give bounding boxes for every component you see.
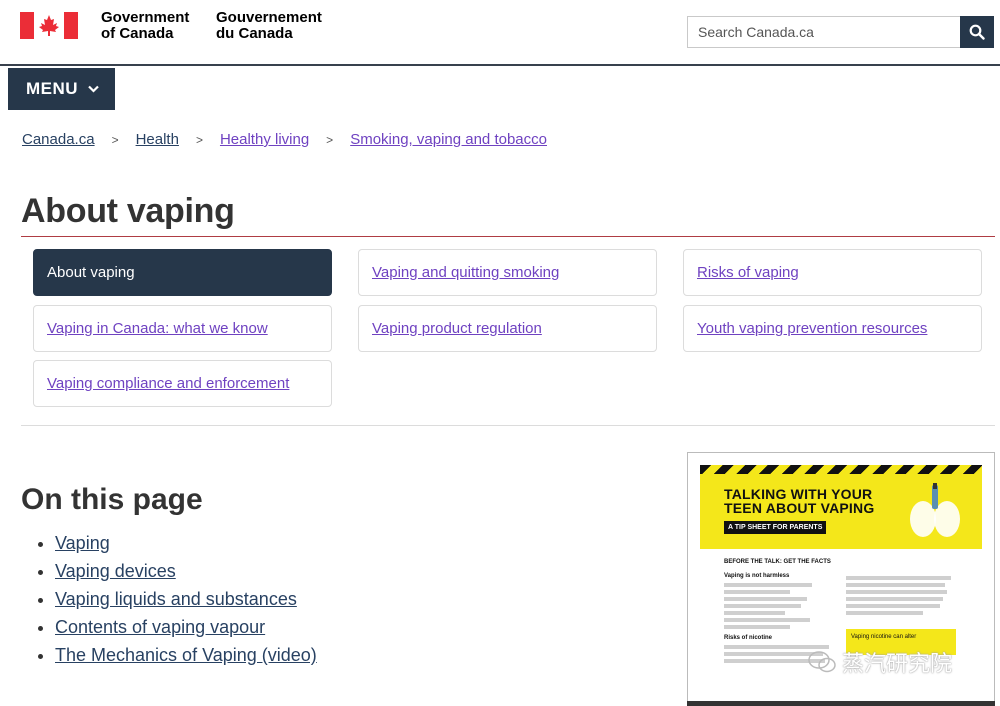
signature-en-line2: of Canada (101, 25, 174, 42)
tipsheet-section-heading: BEFORE THE TALK: GET THE FACTS (724, 559, 831, 565)
subnav-vaping-in-canada[interactable]: Vaping in Canada: what we know (33, 305, 332, 352)
search-icon (969, 24, 985, 40)
title-divider (21, 236, 995, 237)
signature-french[interactable]: Gouvernement du Canada (216, 10, 322, 42)
tipsheet-subheading: Vaping is not harmless (724, 573, 790, 579)
subnav-link[interactable]: Vaping compliance and enforcement (47, 375, 289, 392)
breadcrumb: Canada.ca > Health > Healthy living > Sm… (22, 131, 547, 148)
subnav-link[interactable]: Vaping product regulation (372, 320, 542, 337)
watermark: 蒸汽研究院 (808, 646, 952, 678)
list-item: The Mechanics of Vaping (video) (55, 641, 317, 669)
breadcrumb-separator-icon: > (111, 132, 119, 147)
tipsheet-title-line1: TALKING WITH YOUR (724, 486, 873, 502)
subnav-product-regulation[interactable]: Vaping product regulation (358, 305, 657, 352)
wechat-icon (808, 651, 836, 673)
hazard-stripes (700, 465, 982, 474)
toc-link-devices[interactable]: Vaping devices (55, 561, 176, 581)
search-input[interactable] (687, 16, 961, 48)
signature-english[interactable]: Government of Canada (101, 10, 189, 42)
subnav-compliance[interactable]: Vaping compliance and enforcement (33, 360, 332, 407)
list-item: Contents of vaping vapour (55, 613, 317, 641)
tipsheet-col-right (846, 573, 956, 618)
menu-button[interactable]: MENU (8, 68, 115, 110)
breadcrumb-canada[interactable]: Canada.ca (22, 131, 95, 148)
chevron-down-icon (88, 85, 99, 93)
breadcrumb-separator-icon: > (326, 132, 334, 147)
breadcrumb-separator-icon: > (195, 132, 203, 147)
subnav-quitting-smoking[interactable]: Vaping and quitting smoking (358, 249, 657, 296)
toc-list: Vaping Vaping devices Vaping liquids and… (33, 529, 317, 669)
canada-flag-icon (20, 12, 78, 39)
tipsheet-body: BEFORE THE TALK: GET THE FACTS Vaping is… (724, 559, 982, 663)
tipsheet-subheading: Risks of nicotine (724, 635, 773, 641)
subnav-link[interactable]: Vaping in Canada: what we know (47, 320, 268, 337)
breadcrumb-healthy-living[interactable]: Healthy living (220, 131, 309, 148)
subnav-youth-prevention[interactable]: Youth vaping prevention resources (683, 305, 982, 352)
tipsheet-banner: TALKING WITH YOUR TEEN ABOUT VAPING A TI… (700, 465, 982, 549)
subnav-link[interactable]: Youth vaping prevention resources (697, 320, 927, 337)
subnav-about-vaping[interactable]: About vaping (33, 249, 332, 296)
search-button[interactable] (960, 16, 994, 48)
toc-title: On this page (21, 483, 203, 516)
subnav-label: About vaping (47, 264, 135, 281)
toc-link-video[interactable]: The Mechanics of Vaping (video) (55, 645, 317, 665)
list-item: Vaping devices (55, 557, 317, 585)
tipsheet-title-line2: TEEN ABOUT VAPING (724, 500, 875, 516)
signature-en-line1: Government (101, 9, 190, 26)
watermark-text: 蒸汽研究院 (842, 651, 953, 676)
section-divider (21, 425, 995, 426)
tipsheet-title: TALKING WITH YOUR TEEN ABOUT VAPING (724, 487, 874, 515)
tipsheet-tag: A TIP SHEET FOR PARENTS (724, 521, 827, 534)
list-item: Vaping (55, 529, 317, 557)
site-header: Government of Canada Gouvernement du Can… (0, 0, 1000, 66)
toc-link-vaping[interactable]: Vaping (55, 533, 110, 553)
signature-fr-line2: du Canada (216, 25, 293, 42)
subnav-link[interactable]: Risks of vaping (697, 264, 799, 281)
subnav-risks[interactable]: Risks of vaping (683, 249, 982, 296)
toc-link-liquids[interactable]: Vaping liquids and substances (55, 589, 297, 609)
list-item: Vaping liquids and substances (55, 585, 317, 613)
breadcrumb-health[interactable]: Health (136, 131, 179, 148)
vape-lungs-icon (910, 483, 960, 537)
subnav-link[interactable]: Vaping and quitting smoking (372, 264, 559, 281)
page-title: About vaping (21, 192, 235, 230)
breadcrumb-smoking-vaping[interactable]: Smoking, vaping and tobacco (350, 131, 547, 148)
menu-label: MENU (26, 79, 79, 98)
signature-fr-line1: Gouvernement (216, 9, 322, 26)
toc-link-vapour[interactable]: Contents of vaping vapour (55, 617, 265, 637)
bottom-edge (687, 701, 995, 706)
